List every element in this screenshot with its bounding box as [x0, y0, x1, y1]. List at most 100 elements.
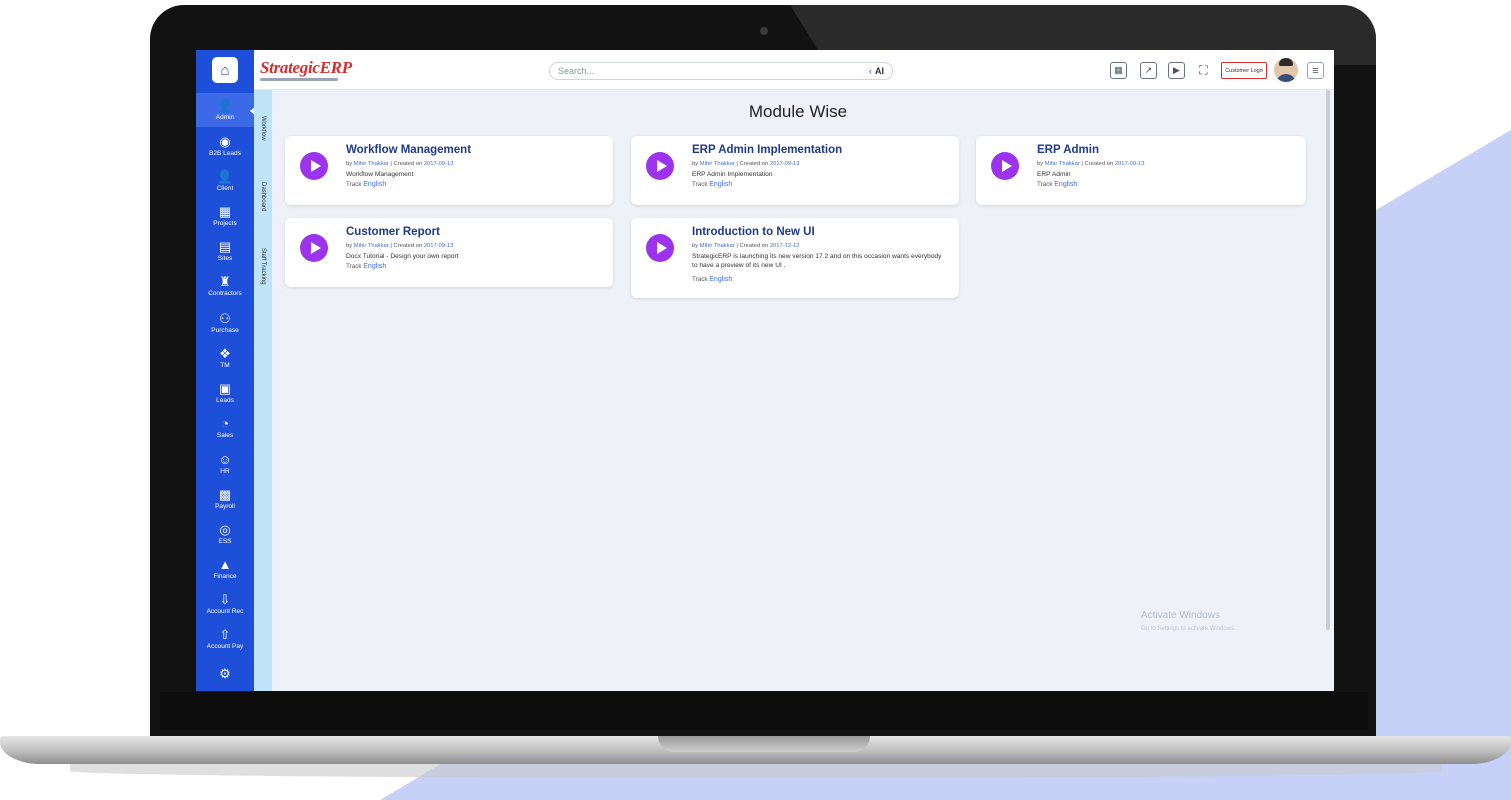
sidebar-item-label: Account Pay: [206, 642, 244, 650]
sidebar-item-hierarchy[interactable]: ⚙: [196, 657, 254, 691]
tab-staff-tracking[interactable]: Staff Tracking: [254, 248, 272, 308]
card-description: ERP Admin Implementation: [692, 171, 773, 178]
card-title[interactable]: Introduction to New UI: [692, 226, 815, 238]
video-card-erp-admin[interactable]: ERP Admin by Mihir Thakkar | Created on …: [976, 136, 1306, 205]
play-icon[interactable]: [991, 152, 1019, 180]
created-label: | Created on: [1081, 161, 1114, 167]
card-author: Mihir Thakkar: [699, 243, 735, 249]
screen-bezel: [160, 692, 1368, 730]
fullscreen-icon[interactable]: ⛶: [1195, 62, 1212, 79]
sidebar-item-finance[interactable]: ▲ Finance: [196, 552, 254, 586]
card-title[interactable]: ERP Admin: [1037, 144, 1099, 156]
vertical-scrollbar[interactable]: [1326, 90, 1330, 630]
play-icon[interactable]: [646, 234, 674, 262]
card-meta: by Mihir Thakkar | Created on 2017-09-13: [1037, 161, 1144, 167]
by-label: by: [692, 243, 699, 249]
hamburger-menu-icon[interactable]: ≡: [1307, 62, 1324, 79]
sidebar-item-ess[interactable]: ◎ ESS: [196, 517, 254, 551]
sidebar-item-hr[interactable]: ☺ HR: [196, 447, 254, 481]
play-icon[interactable]: [646, 152, 674, 180]
hr-icon: ☺: [218, 451, 232, 467]
user-avatar[interactable]: [1274, 58, 1298, 82]
card-meta: by Mihir Thakkar | Created on 2017-09-13: [692, 161, 799, 167]
by-label: by: [1037, 161, 1044, 167]
search-ai-label: AI: [875, 66, 884, 76]
card-author: Mihir Thakkar: [353, 243, 389, 249]
calculator-icon[interactable]: ▦: [1110, 62, 1127, 79]
sidebar-item-label: Projects: [213, 219, 237, 227]
sidebar-item-account-pay[interactable]: ⇧ Account Pay: [196, 622, 254, 656]
card-author: Mihir Thakkar: [353, 161, 389, 167]
client-icon: 👤: [216, 168, 234, 184]
sidebar-item-account-rec[interactable]: ⇩ Account Rec: [196, 587, 254, 621]
video-card-workflow-management[interactable]: Workflow Management by Mihir Thakkar | C…: [285, 136, 613, 205]
leads-icon: ▣: [218, 380, 232, 396]
track-value: English: [709, 181, 733, 188]
sidebar-item-label: Finance: [213, 572, 237, 580]
search-input[interactable]: Search... ‹ AI: [549, 62, 893, 80]
brand-tagline: [260, 78, 338, 81]
by-label: by: [346, 161, 353, 167]
card-title[interactable]: Customer Report: [346, 226, 440, 238]
sidebar-item-tm[interactable]: ❖ TM: [196, 341, 254, 375]
external-link-icon[interactable]: ↗: [1140, 62, 1157, 79]
sidebar-item-admin[interactable]: 👤 Admin: [196, 93, 254, 127]
sidebar-item-client[interactable]: 👤 Client: [196, 164, 254, 198]
track-value: English: [1054, 181, 1078, 188]
sidebar-item-label: Account Rec: [206, 607, 244, 615]
module-sidebar: 👤 Admin ◉ B2B Leads 👤 Client ▦ Projects …: [196, 90, 256, 691]
sidebar-item-label: ESS: [218, 537, 232, 545]
card-description: StrategicERP is launching its new versio…: [692, 253, 942, 269]
activate-windows-title: Activate Windows: [1141, 610, 1220, 621]
video-card-erp-admin-implementation[interactable]: ERP Admin Implementation by Mihir Thakka…: [631, 136, 959, 205]
sidebar-item-sales[interactable]: ◔ Sales: [196, 411, 254, 445]
play-icon[interactable]: [300, 152, 328, 180]
contractors-icon: ♜: [219, 273, 231, 289]
sidebar-item-label: Contractors: [208, 289, 242, 297]
top-bar: ⌂ StrategicERP Search... ‹ AI ▦ ↗ ▶ ⛶ Cus…: [196, 50, 1334, 90]
sites-icon: ▤: [218, 238, 232, 254]
created-label: | Created on: [390, 243, 423, 249]
card-meta: by Mihir Thakkar | Created on 2017-12-12: [692, 243, 799, 249]
video-card-customer-report[interactable]: Customer Report by Mihir Thakkar | Creat…: [285, 218, 613, 287]
sidebar-item-b2b-leads[interactable]: ◉ B2B Leads: [196, 129, 254, 163]
app-screen: ⌂ StrategicERP Search... ‹ AI ▦ ↗ ▶ ⛶ Cus…: [196, 50, 1334, 691]
card-title[interactable]: Workflow Management: [346, 144, 471, 156]
card-track: Track English: [346, 263, 386, 270]
sidebar-item-label: HR: [220, 467, 230, 475]
home-button[interactable]: ⌂: [196, 50, 254, 90]
customer-logo[interactable]: Customer Logo: [1221, 62, 1267, 79]
play-icon[interactable]: [300, 234, 328, 262]
brand-logo[interactable]: StrategicERP: [260, 58, 352, 78]
play-icon[interactable]: ▶: [1168, 62, 1185, 79]
tab-workflow[interactable]: Workflow: [254, 116, 272, 166]
tab-dashboard[interactable]: Dashboard: [254, 182, 272, 232]
sidebar-item-projects[interactable]: ▦ Projects: [196, 199, 254, 233]
search-ai-toggle[interactable]: ‹ AI: [869, 63, 884, 79]
card-title[interactable]: ERP Admin Implementation: [692, 144, 842, 156]
sidebar-item-contractors[interactable]: ♜ Contractors: [196, 269, 254, 303]
video-card-introduction-to-new-ui[interactable]: Introduction to New UI by Mihir Thakkar …: [631, 218, 959, 298]
sidebar-item-label: Admin: [215, 113, 235, 121]
sidebar-item-label: B2B Leads: [209, 149, 241, 157]
purchase-icon: ⚇: [219, 310, 231, 326]
sidebar-item-label: TM: [220, 361, 230, 369]
sidebar-item-payroll[interactable]: ▩ Payroll: [196, 482, 254, 516]
sidebar-item-label: Leads: [216, 396, 234, 404]
track-label: Track: [692, 276, 708, 283]
sidebar-item-sites[interactable]: ▤ Sites: [196, 234, 254, 268]
sidebar-item-label: Purchase: [211, 326, 239, 334]
laptop-shadow: [70, 764, 1441, 778]
card-description: Workflow Management: [346, 171, 414, 178]
track-value: English: [709, 276, 733, 283]
sidebar-item-purchase[interactable]: ⚇ Purchase: [196, 306, 254, 340]
track-label: Track: [692, 181, 708, 188]
ess-icon: ◎: [219, 521, 231, 537]
sidebar-item-leads[interactable]: ▣ Leads: [196, 376, 254, 410]
by-label: by: [346, 243, 353, 249]
card-track: Track English: [1037, 181, 1077, 188]
card-description: ERP Admin: [1037, 171, 1071, 178]
created-label: | Created on: [390, 161, 423, 167]
b2b-leads-icon: ◉: [219, 133, 231, 149]
card-date: 2017-09-13: [769, 161, 800, 167]
